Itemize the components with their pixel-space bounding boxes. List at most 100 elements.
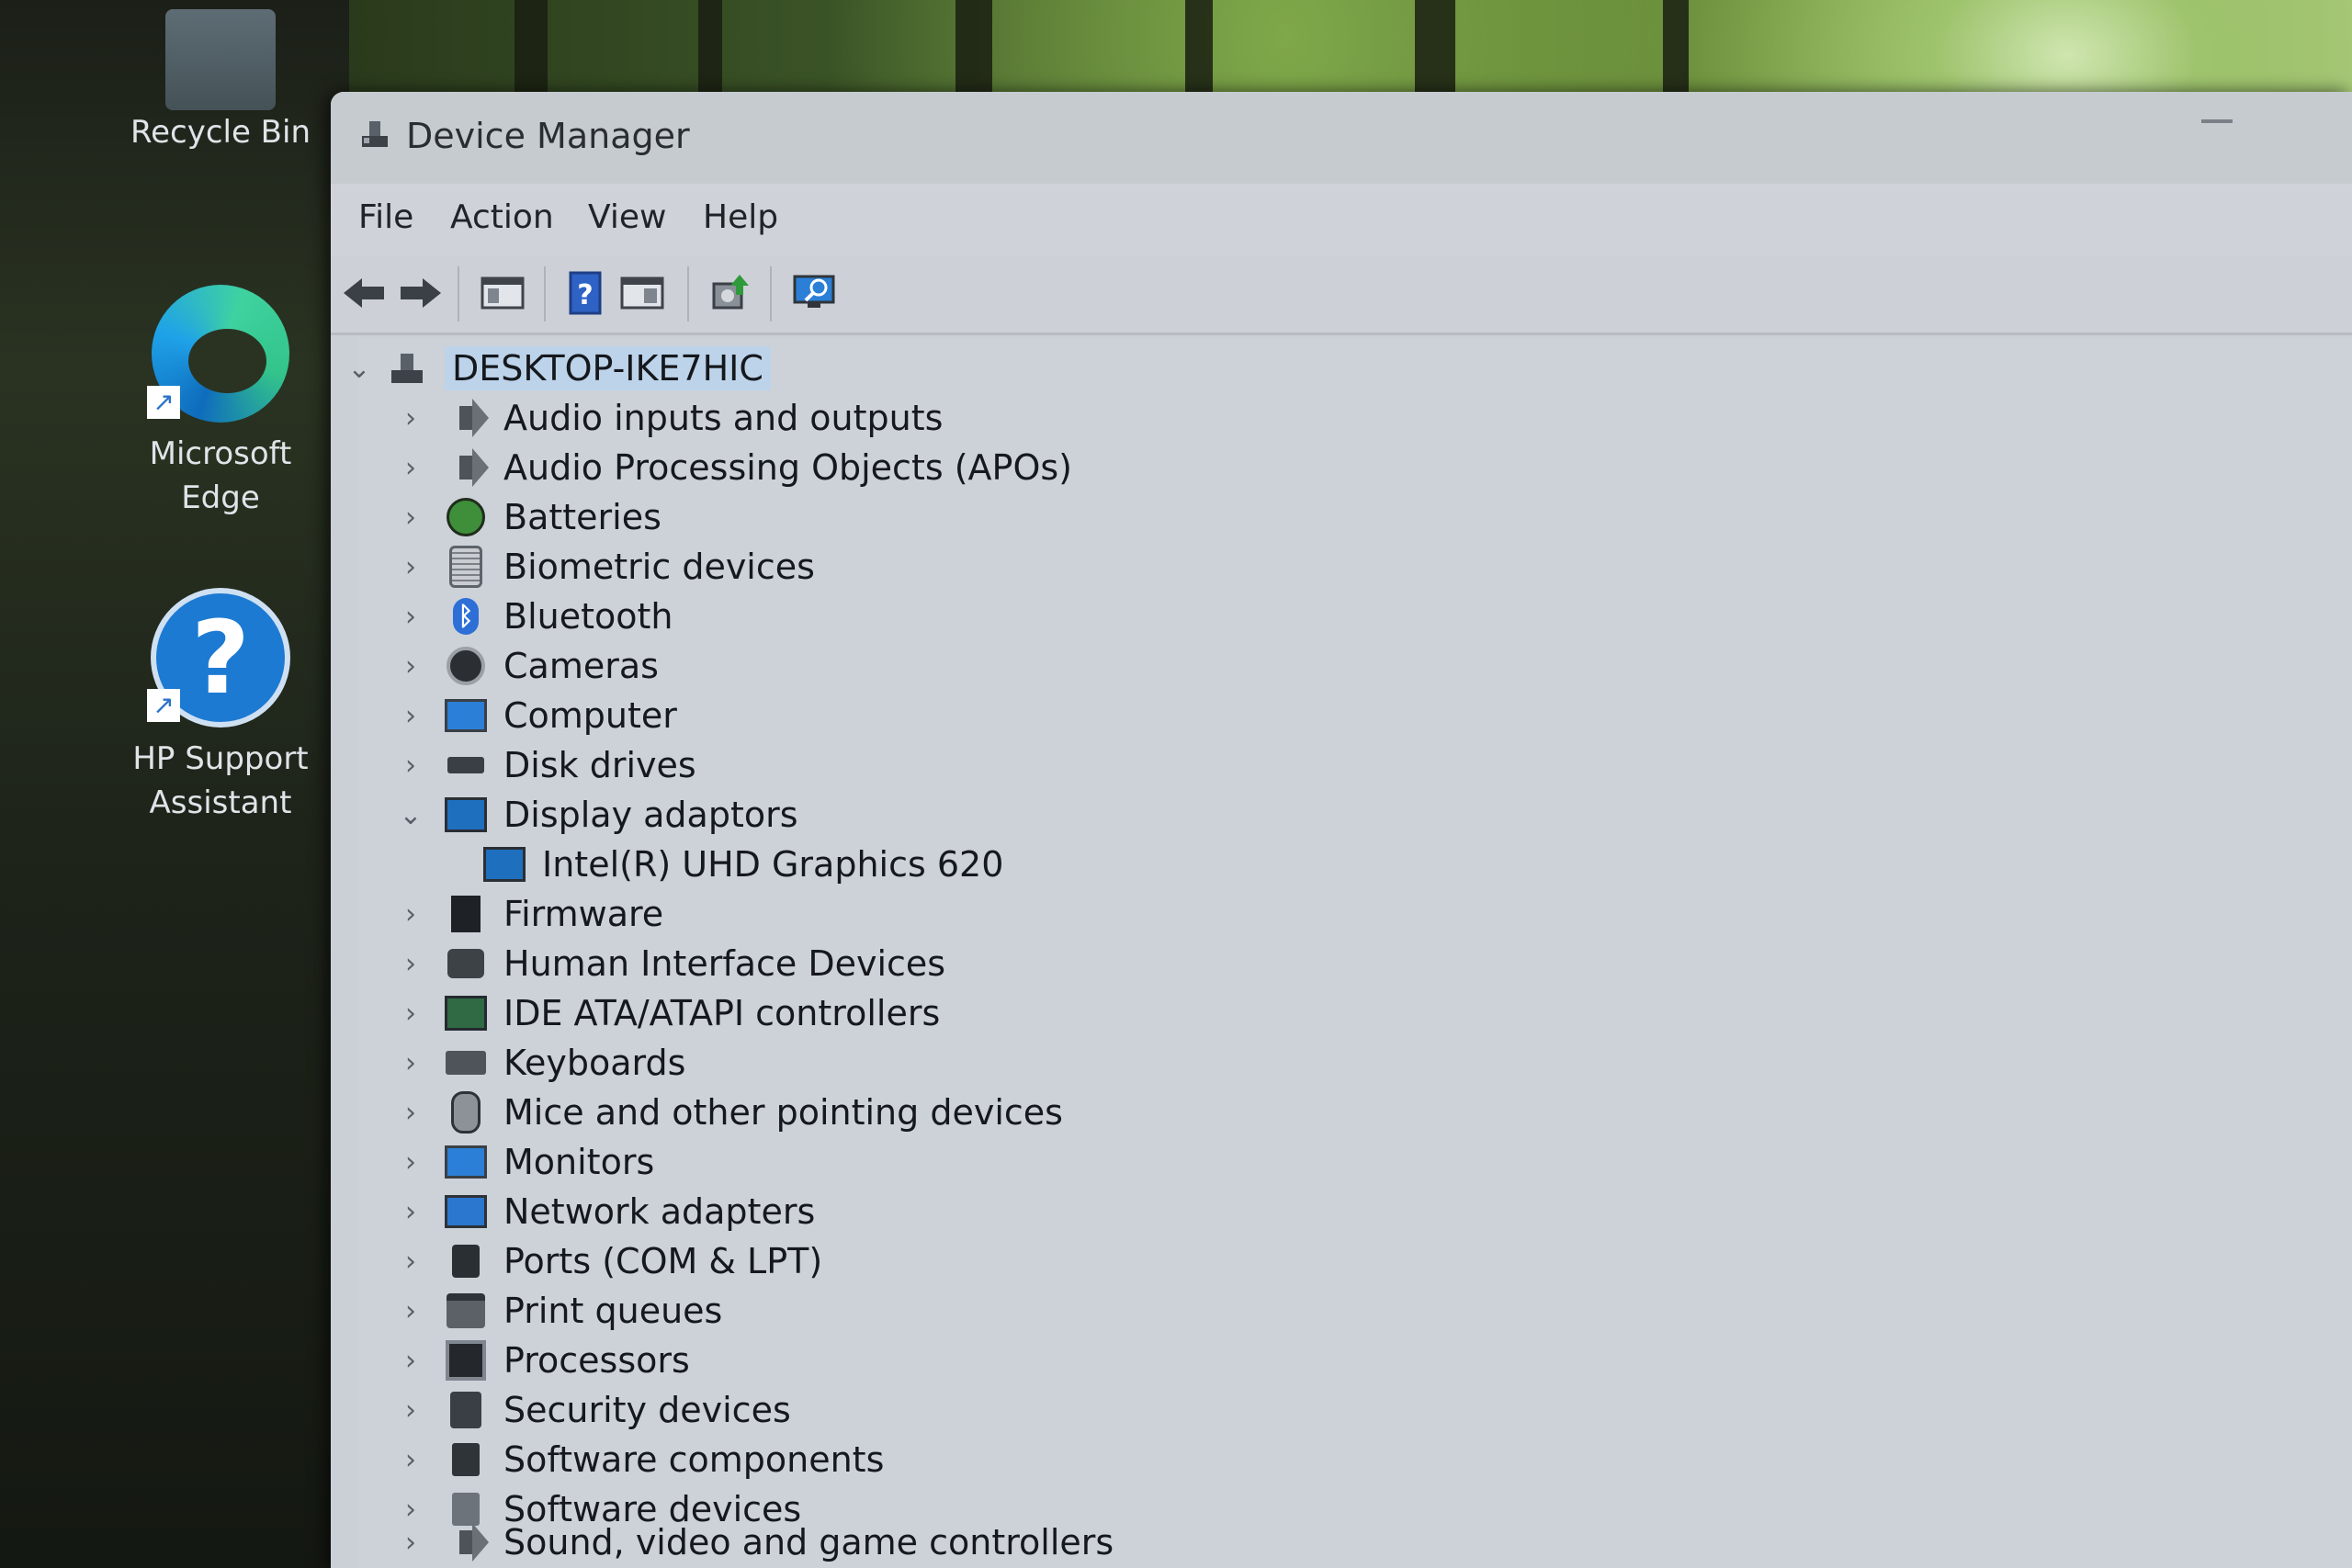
software-component-icon: [445, 1438, 487, 1481]
port-icon: [445, 1240, 487, 1282]
chevron-right-icon[interactable]: ›: [395, 502, 426, 534]
chevron-right-icon[interactable]: ›: [395, 1246, 426, 1278]
tree-item-security-devices[interactable]: › Security devices: [395, 1385, 791, 1435]
tree-child-intel-uhd-graphics[interactable]: Intel(R) UHD Graphics 620: [445, 840, 1003, 889]
tree-item-human-interface-devices[interactable]: › Human Interface Devices: [395, 939, 945, 988]
chevron-right-icon[interactable]: ›: [395, 452, 426, 484]
recycle-bin-icon: [165, 9, 276, 110]
tree-item-batteries[interactable]: › Batteries: [395, 492, 662, 542]
chevron-right-icon[interactable]: ›: [395, 948, 426, 980]
tree-item-bluetooth[interactable]: › ᛒ Bluetooth: [395, 592, 673, 641]
mouse-icon: [445, 1091, 487, 1134]
tree-item-print-queues[interactable]: › Print queues: [395, 1286, 722, 1336]
help-button[interactable]: ?: [560, 268, 610, 318]
chevron-right-icon[interactable]: ›: [395, 650, 426, 682]
chevron-right-icon[interactable]: ›: [395, 750, 426, 782]
tree-item-firmware[interactable]: › Firmware: [395, 889, 663, 939]
tree-item-audio-processing-objects[interactable]: › Audio Processing Objects (APOs): [395, 443, 1072, 492]
tree-item-label: Audio inputs and outputs: [503, 398, 944, 438]
title-bar[interactable]: Device Manager: [331, 92, 2352, 184]
properties-pane-button[interactable]: [617, 268, 667, 318]
chevron-right-icon[interactable]: ›: [395, 1444, 426, 1476]
tree-item-biometric-devices[interactable]: › Biometric devices: [395, 542, 815, 592]
forward-button[interactable]: [395, 268, 445, 318]
display-adapter-icon: [445, 794, 487, 836]
chevron-down-icon[interactable]: ⌄: [344, 353, 375, 385]
tree-item-processors[interactable]: › Processors: [395, 1336, 690, 1385]
chevron-right-icon[interactable]: ›: [395, 998, 426, 1030]
chevron-right-icon[interactable]: ›: [395, 1394, 426, 1427]
chevron-down-icon[interactable]: ⌄: [395, 799, 426, 831]
tree-item-sound-video-game-controllers[interactable]: › Sound, video and game controllers: [395, 1517, 1114, 1567]
update-driver-button[interactable]: [706, 268, 755, 318]
tree-item-software-components[interactable]: › Software components: [395, 1435, 884, 1484]
ide-controller-icon: [445, 992, 487, 1034]
menu-file[interactable]: File: [358, 198, 413, 236]
hid-icon: [445, 942, 487, 985]
chevron-right-icon[interactable]: ›: [395, 601, 426, 633]
tree-item-audio-inputs[interactable]: › Audio inputs and outputs: [395, 393, 943, 443]
tree-item-network-adapters[interactable]: › Network adapters: [395, 1187, 815, 1236]
tree-item-label: Processors: [503, 1340, 690, 1381]
toolbar-separator: [687, 266, 689, 321]
tree-item-label: Bluetooth: [503, 596, 673, 637]
tree-item-label: Software components: [503, 1439, 885, 1480]
chevron-right-icon[interactable]: ›: [395, 402, 426, 434]
menu-help[interactable]: Help: [703, 198, 778, 236]
tree-item-mice[interactable]: › Mice and other pointing devices: [395, 1088, 1063, 1137]
tree-item-monitors[interactable]: › Monitors: [395, 1137, 654, 1187]
tree-item-keyboards[interactable]: › Keyboards: [395, 1038, 685, 1088]
tree-item-ports[interactable]: › Ports (COM & LPT): [395, 1236, 822, 1286]
menu-view[interactable]: View: [588, 198, 666, 236]
tree-item-computer[interactable]: › Computer: [395, 691, 677, 740]
tree-item-disk-drives[interactable]: › Disk drives: [395, 740, 696, 790]
tree-item-display-adaptors[interactable]: ⌄ Display adaptors: [395, 790, 797, 840]
chevron-right-icon[interactable]: ›: [395, 700, 426, 732]
tree-item-ide-controllers[interactable]: › IDE ATA/ATAPI controllers: [395, 988, 940, 1038]
tree-item-label: Monitors: [503, 1142, 655, 1182]
show-hide-console-tree-button[interactable]: [478, 268, 527, 318]
back-button[interactable]: [340, 268, 390, 318]
menu-action[interactable]: Action: [450, 198, 554, 236]
chevron-right-icon[interactable]: ›: [395, 1146, 426, 1179]
printer-icon: [445, 1290, 487, 1332]
tree-item-label: Keyboards: [503, 1043, 686, 1083]
desktop-icon-hp-support-assistant[interactable]: ? ↗ HP Support Assistant: [119, 588, 322, 825]
chevron-right-icon[interactable]: ›: [395, 1295, 426, 1327]
tree-item-cameras[interactable]: › Cameras: [395, 641, 659, 691]
minimize-button[interactable]: [2201, 119, 2233, 123]
computer-node-icon: [386, 347, 428, 389]
scan-hardware-changes-button[interactable]: [790, 268, 840, 318]
desktop-icon-label: HP Support Assistant: [132, 740, 309, 821]
chevron-right-icon[interactable]: ›: [395, 1345, 426, 1377]
desktop-icon-label: Microsoft Edge: [149, 435, 292, 516]
desktop-icon-label: Recycle Bin: [130, 114, 311, 151]
tree-item-label: Biometric devices: [503, 547, 815, 587]
chevron-right-icon[interactable]: ›: [395, 898, 426, 931]
keyboard-icon: [445, 1042, 487, 1084]
tree-item-label: Ports (COM & LPT): [503, 1241, 823, 1281]
monitor-icon: [445, 1141, 487, 1183]
desktop-icon-microsoft-edge[interactable]: ↗ Microsoft Edge: [119, 285, 322, 520]
disk-drive-icon: [445, 744, 487, 786]
scan-hardware-changes-icon: [793, 275, 835, 308]
processor-icon: [445, 1339, 487, 1382]
chevron-right-icon[interactable]: ›: [395, 1527, 426, 1559]
tree-item-label: IDE ATA/ATAPI controllers: [503, 993, 941, 1033]
chevron-right-icon[interactable]: ›: [395, 551, 426, 583]
chevron-right-icon[interactable]: ›: [395, 1196, 426, 1228]
device-manager-icon: [362, 121, 388, 147]
display-adapter-icon: [483, 843, 526, 886]
chevron-right-icon[interactable]: ›: [395, 1047, 426, 1079]
show-hide-console-tree-icon: [481, 276, 525, 310]
tree-root-node[interactable]: ⌄ DESKTOP-IKE7HIC: [344, 344, 771, 393]
tree-item-label: Firmware: [503, 894, 664, 934]
svg-text:?: ?: [577, 279, 593, 311]
desktop-icon-recycle-bin[interactable]: Recycle Bin: [119, 9, 322, 154]
forward-arrow-icon: [401, 278, 441, 308]
tree-item-label: Batteries: [503, 497, 662, 537]
tree-item-label: Security devices: [503, 1390, 791, 1430]
chevron-right-icon[interactable]: ›: [395, 1097, 426, 1129]
camera-icon: [445, 645, 487, 687]
toolbar-separator: [458, 266, 459, 321]
